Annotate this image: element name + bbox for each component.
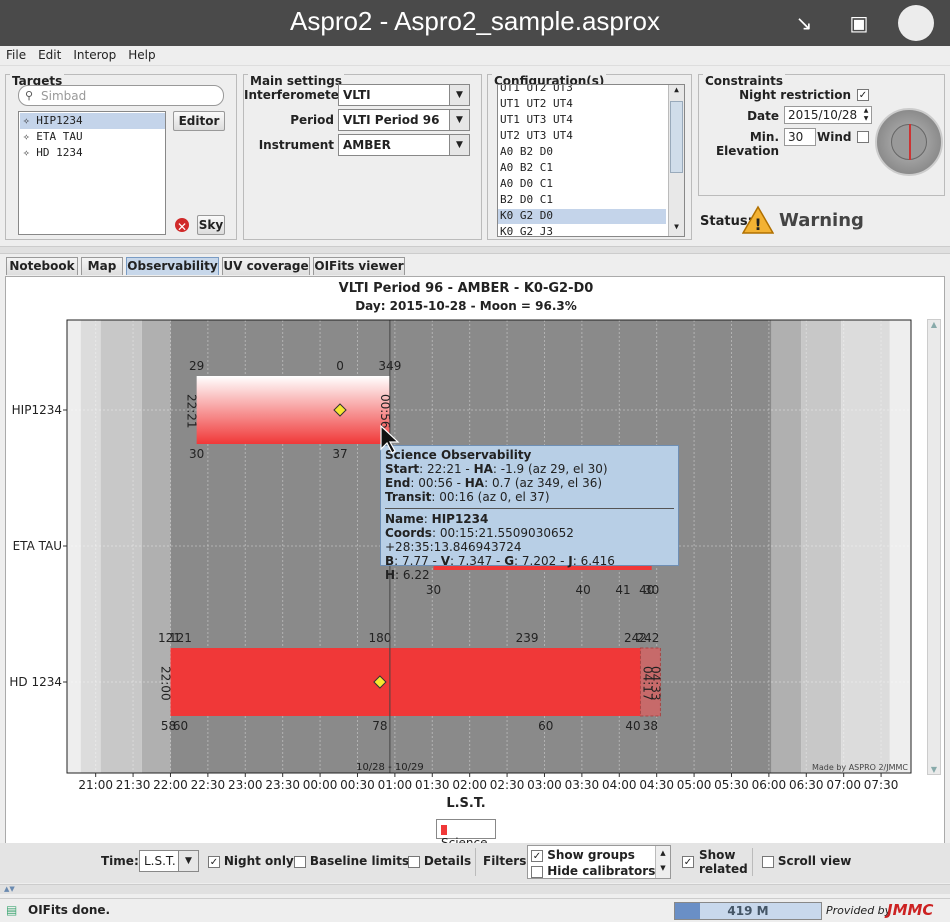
bar-top-label: 121 (169, 631, 192, 645)
x-tick-label: 22:30 (191, 778, 226, 792)
row-label: HIP1234 (12, 403, 62, 417)
x-tick-label: 03:00 (527, 778, 562, 792)
status-message: OIFits done. (28, 903, 111, 917)
bar-bottom-label: 30 (426, 583, 441, 597)
x-tick-label: 04:30 (639, 778, 674, 792)
scroll-view-option[interactable]: Scroll view (762, 854, 851, 868)
memory-indicator[interactable]: 419 M (674, 902, 822, 920)
x-tick-label: 21:00 (78, 778, 113, 792)
x-tick-label: 00:00 (303, 778, 338, 792)
bar-bottom-label: 60 (173, 719, 188, 733)
hide-calibrators-checkbox[interactable] (531, 865, 543, 878)
x-tick-label: 22:00 (153, 778, 188, 792)
observability-bar (196, 376, 390, 444)
bar-top-label: 239 (516, 631, 539, 645)
x-tick-label: 02:30 (490, 778, 525, 792)
details-option[interactable]: Details (408, 854, 471, 868)
provided-by: Provided by (826, 904, 892, 917)
time-select[interactable]: L.S.T. ▼ (139, 850, 199, 872)
x-tick-label: 21:30 (116, 778, 151, 792)
scroll-view-checkbox[interactable] (762, 855, 774, 868)
x-tick-label: 05:00 (677, 778, 712, 792)
show-related-checkbox[interactable]: ✓ (682, 854, 694, 868)
x-tick-label: 06:00 (752, 778, 787, 792)
chevron-down-icon: ▼ (178, 851, 198, 871)
bar-top-label: 180 (368, 631, 391, 645)
bar-bottom-label: 38 (643, 719, 658, 733)
bar-top-label: 0 (336, 359, 344, 373)
x-tick-label: 04:00 (602, 778, 637, 792)
current-time-label: 10/28 - 10/29 (356, 762, 424, 773)
x-tick-label: 02:00 (452, 778, 487, 792)
time-label: Time: (101, 854, 139, 868)
show-related-label: Show related (699, 848, 748, 876)
twilight-band (67, 320, 81, 773)
x-tick-label: 05:30 (714, 778, 749, 792)
bottom-divider[interactable]: ▲▼ (0, 884, 950, 894)
bar-start-label: 22:21 (185, 394, 199, 429)
mouse-cursor-icon (380, 425, 400, 454)
x-tick-label: 07:00 (826, 778, 861, 792)
bar-bottom-label: 37 (332, 447, 347, 461)
bar-bottom-label: 78 (372, 719, 387, 733)
observability-bar (170, 648, 641, 716)
filters-list[interactable]: ✓ Show groups Hide calibrators ▲ ▼ (527, 845, 671, 879)
bar-top-label: 242 (636, 631, 659, 645)
row-label: ETA TAU (13, 539, 62, 553)
jmmc-logo: JMMC (887, 901, 934, 919)
status-bar: ▤ OIFits done. 419 M Provided by JMMC (0, 898, 950, 922)
row-label: HD 1234 (9, 675, 62, 689)
baseline-limits-checkbox[interactable] (294, 855, 306, 868)
chart-watermark: Made by ASPRO 2/JMMC (812, 763, 908, 772)
night-only-checkbox[interactable]: ✓ (208, 855, 220, 868)
x-tick-label: 23:30 (265, 778, 300, 792)
bar-bottom-label: 40 (625, 719, 640, 733)
tooltip-title: Science Observability (385, 448, 532, 462)
observability-chart: HIP1234ETA TAUHD 123421:00 21:30 22:00 22:3… (9, 319, 912, 792)
log-icon[interactable]: ▤ (6, 903, 17, 917)
night-only-option[interactable]: ✓ Night only (208, 854, 294, 868)
show-groups-checkbox[interactable]: ✓ (531, 849, 543, 862)
bar-bottom-label: 30 (189, 447, 204, 461)
x-tick-label: 01:30 (415, 778, 450, 792)
options-bar: Time: L.S.T. ▼ ✓ Night only Baseline limi… (0, 843, 950, 883)
x-tick-label: 03:30 (565, 778, 600, 792)
hide-calibrators-option[interactable]: Hide calibrators (531, 864, 655, 878)
bar-bottom-label: 60 (538, 719, 553, 733)
bar-bottom-label: 30 (644, 583, 659, 597)
x-tick-label: 07:30 (864, 778, 899, 792)
x-tick-label: 00:30 (340, 778, 375, 792)
filters-scroll-icon[interactable]: ▲ ▼ (655, 846, 670, 878)
baseline-limits-option[interactable]: Baseline limits (294, 854, 409, 868)
x-tick-label: 06:30 (789, 778, 824, 792)
show-groups-option[interactable]: ✓ Show groups (531, 848, 635, 862)
bar-start-label: 22:00 (158, 666, 172, 701)
bar-ext-label: 04:33 (648, 666, 662, 701)
bar-bottom-label: 40 (575, 583, 590, 597)
bar-top-label: 29 (189, 359, 204, 373)
observability-tooltip: Science Observability Start: 22:21 - HA:… (380, 445, 679, 582)
x-tick-label: 23:00 (228, 778, 263, 792)
filters-label: Filters: (483, 854, 532, 868)
x-tick-label: 01:00 (378, 778, 413, 792)
details-checkbox[interactable] (408, 855, 420, 868)
bar-bottom-label: 41 (615, 583, 630, 597)
